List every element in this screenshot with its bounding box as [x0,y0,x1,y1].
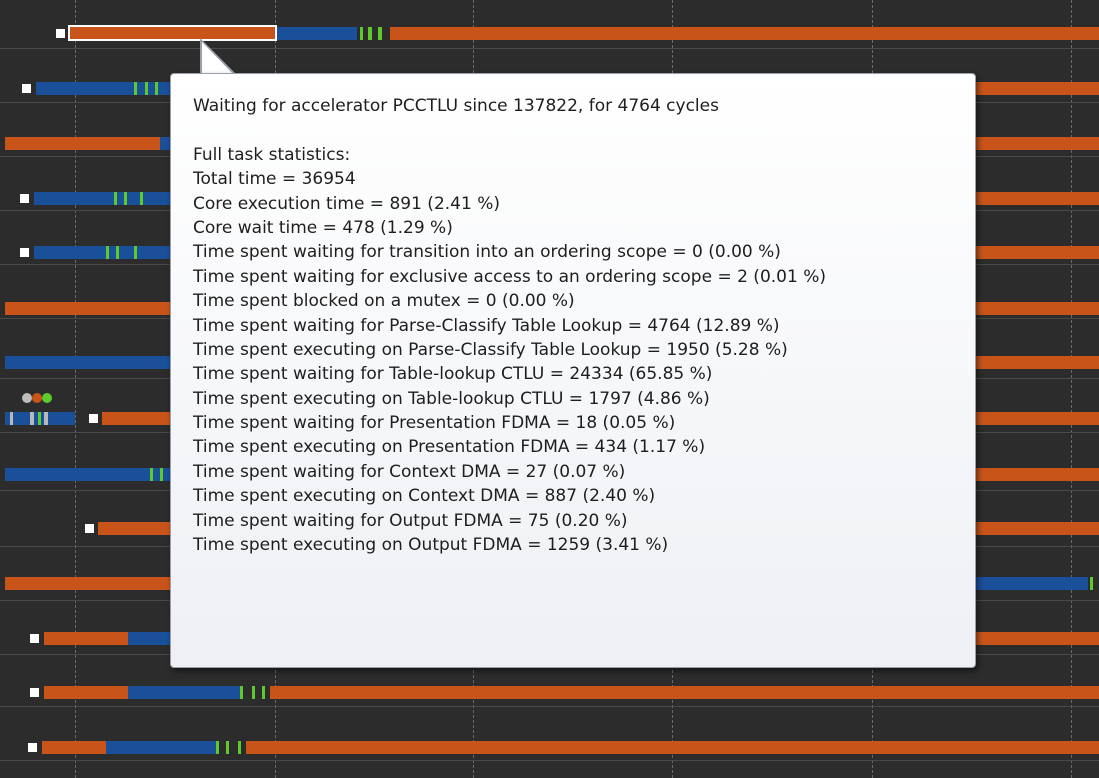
task-start-marker[interactable] [85,524,94,533]
accelerator-segment[interactable] [124,192,127,205]
stat-line-ctlu-exec: Time spent executing on Table-lookup CTL… [193,388,710,409]
stat-line-ordering-transition: Time spent waiting for transition into a… [193,242,781,263]
task-start-marker[interactable] [56,29,65,38]
accelerator-segment[interactable] [145,82,148,95]
accelerator-segment[interactable] [38,412,41,425]
task-exec-segment[interactable] [976,137,1099,150]
task-exec-segment[interactable] [390,27,1099,40]
stat-line-mutex: Time spent blocked on a mutex = 0 (0.00 … [193,291,575,312]
stats-title: Full task statistics: [193,144,351,165]
task-exec-segment[interactable] [976,302,1099,315]
accelerator-segment[interactable] [226,741,229,754]
accelerator-segment[interactable] [216,741,219,754]
task-exec-segment[interactable] [102,412,170,425]
task-exec-segment[interactable] [5,302,170,315]
task-exec-segment[interactable] [976,522,1099,535]
accelerator-segment[interactable] [378,27,382,40]
task-marker-segment[interactable] [44,412,48,425]
task-exec-segment[interactable] [42,741,106,754]
task-start-marker[interactable] [30,634,39,643]
accelerator-segment[interactable] [155,82,158,95]
accelerator-segment[interactable] [134,82,137,95]
stat-line-context-dma-exec: Time spent executing on Context DMA = 88… [193,486,656,507]
event-pin-icon[interactable] [22,393,32,403]
stat-line-pres-fdma-wait: Time spent waiting for Presentation FDMA… [193,413,676,434]
stat-line-core-execution: Core execution time = 891 (2.41 %) [193,193,500,214]
accelerator-segment[interactable] [116,246,119,259]
time-gridline [1071,0,1072,778]
task-start-marker[interactable] [30,688,39,697]
accelerator-segment[interactable] [114,192,117,205]
stat-line-pctl-exec: Time spent executing on Parse-Classify T… [193,339,788,360]
lane-divider [0,706,1099,707]
task-wait-segment[interactable] [5,468,170,481]
stat-line-pres-fdma-exec: Time spent executing on Presentation FDM… [193,437,706,458]
task-wait-segment[interactable] [128,686,240,699]
task-wait-segment[interactable] [36,82,170,95]
stat-line-output-fdma-wait: Time spent waiting for Output FDMA = 75 … [193,510,628,531]
task-exec-segment[interactable] [44,686,128,699]
accelerator-segment[interactable] [140,192,143,205]
selected-task-bar[interactable] [68,25,277,41]
stat-line-context-dma-wait: Time spent waiting for Context DMA = 27 … [193,461,626,482]
lane-divider [0,760,1099,761]
accelerator-segment[interactable] [240,686,243,699]
task-exec-segment[interactable] [976,412,1099,425]
time-gridline [75,0,76,778]
accelerator-segment[interactable] [262,686,265,699]
task-timeline[interactable]: Waiting for accelerator PCCTLU since 137… [0,0,1099,778]
task-wait-segment[interactable] [277,27,357,40]
accelerator-segment[interactable] [150,468,153,481]
task-exec-segment[interactable] [270,686,1099,699]
event-pin-icon[interactable] [32,393,42,403]
accelerator-segment[interactable] [360,27,363,40]
task-exec-segment[interactable] [976,246,1099,259]
task-exec-segment[interactable] [976,468,1099,481]
accelerator-segment[interactable] [160,468,163,481]
accelerator-segment[interactable] [134,246,137,259]
task-marker-segment[interactable] [10,412,13,425]
tooltip-spacer [193,118,975,142]
event-pin-icon[interactable] [42,393,52,403]
task-wait-segment[interactable] [34,192,170,205]
stat-line-total-time: Total time = 36954 [193,169,356,190]
task-start-marker[interactable] [89,414,98,423]
task-exec-segment[interactable] [976,356,1099,369]
task-exec-segment[interactable] [5,137,160,150]
stat-line-output-fdma-exec: Time spent executing on Output FDMA = 12… [193,535,669,556]
task-start-marker[interactable] [20,248,29,257]
accelerator-segment[interactable] [1090,577,1093,590]
task-exec-segment[interactable] [246,741,1099,754]
task-exec-segment[interactable] [976,632,1099,645]
accelerator-segment[interactable] [368,27,372,40]
task-start-marker[interactable] [22,84,31,93]
task-start-marker[interactable] [20,194,29,203]
tooltip-headline: Waiting for accelerator PCCTLU since 137… [193,96,719,116]
task-exec-segment[interactable] [5,577,170,590]
accelerator-segment[interactable] [252,686,255,699]
task-marker-segment[interactable] [30,412,34,425]
tooltip-pointer-fill [202,42,234,75]
stat-line-core-wait: Core wait time = 478 (1.29 %) [193,217,453,238]
task-wait-segment[interactable] [160,137,170,150]
task-statistics-tooltip: Waiting for accelerator PCCTLU since 137… [170,73,976,668]
accelerator-segment[interactable] [238,741,241,754]
task-exec-segment[interactable] [976,82,1099,95]
lane-divider [0,48,1099,49]
task-wait-segment[interactable] [106,741,216,754]
stat-line-pctl-wait: Time spent waiting for Parse-Classify Ta… [193,315,780,336]
task-wait-segment[interactable] [34,246,170,259]
task-wait-segment[interactable] [976,577,1088,590]
stat-line-ctlu-wait: Time spent waiting for Table-lookup CTLU… [193,364,713,385]
task-start-marker[interactable] [28,743,37,752]
task-wait-segment[interactable] [128,632,170,645]
stat-line-ordering-exclusive: Time spent waiting for exclusive access … [193,266,826,287]
task-exec-segment[interactable] [98,522,170,535]
task-wait-segment[interactable] [5,356,170,369]
task-exec-segment[interactable] [44,632,128,645]
task-exec-segment[interactable] [976,192,1099,205]
accelerator-segment[interactable] [106,246,109,259]
